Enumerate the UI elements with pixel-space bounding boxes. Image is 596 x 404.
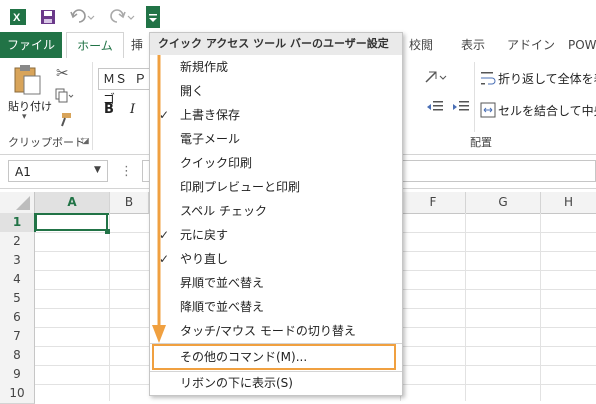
tab-addins[interactable]: アドイン bbox=[506, 32, 556, 58]
row-header-1[interactable]: 1 bbox=[0, 213, 36, 233]
name-box[interactable]: A1 bbox=[8, 160, 108, 182]
menu-item-touch-mode[interactable]: タッチ/マウス モードの切り替え bbox=[150, 319, 402, 343]
gridline bbox=[465, 213, 466, 401]
merge-center-button[interactable]: セルを結合して中央揃 bbox=[498, 102, 596, 119]
decrease-indent-icon[interactable] bbox=[426, 100, 444, 114]
formula-bar-separator: ⋮ bbox=[120, 164, 133, 179]
dialog-launcher-icon[interactable]: ◪ bbox=[82, 136, 90, 145]
fill-handle[interactable] bbox=[105, 229, 110, 234]
name-box-dropdown-icon[interactable]: ▼ bbox=[94, 165, 101, 175]
row-header-5[interactable]: 5 bbox=[0, 289, 35, 309]
annotation-arrow-icon bbox=[152, 55, 166, 343]
column-header-b[interactable]: B bbox=[110, 192, 149, 214]
font-name-box[interactable]: ＭＳ Ｐゴ bbox=[98, 68, 156, 106]
menu-item-label: 元に戻す bbox=[180, 228, 229, 242]
increase-indent-icon[interactable] bbox=[452, 100, 470, 114]
menu-header: クイック アクセス ツール バーのユーザー設定 bbox=[150, 33, 402, 55]
row-header-4[interactable]: 4 bbox=[0, 270, 35, 290]
menu-item-show-below-ribbon[interactable]: リボンの下に表示(S) bbox=[150, 371, 402, 395]
menu-item-save[interactable]: ✓ 上書き保存 bbox=[150, 103, 402, 127]
paste-icon[interactable] bbox=[12, 64, 42, 96]
column-header-f[interactable]: F bbox=[401, 192, 466, 214]
copy-icon[interactable] bbox=[54, 88, 74, 104]
active-cell-a1[interactable] bbox=[35, 213, 108, 231]
group-divider bbox=[92, 62, 93, 150]
tab-view[interactable]: 表示 bbox=[452, 32, 494, 58]
gridline bbox=[109, 213, 110, 401]
menu-item-email[interactable]: 電子メール bbox=[150, 127, 402, 151]
row-header-2[interactable]: 2 bbox=[0, 232, 35, 252]
menu-item-quick-print[interactable]: クイック印刷 bbox=[150, 151, 402, 175]
menu-item-label: 電子メール bbox=[180, 132, 241, 146]
menu-item-label: 新規作成 bbox=[180, 60, 229, 74]
tab-power[interactable]: POW bbox=[568, 32, 596, 58]
row-header-8[interactable]: 8 bbox=[0, 346, 35, 366]
menu-item-print-preview[interactable]: 印刷プレビューと印刷 bbox=[150, 175, 402, 199]
menu-item-undo[interactable]: ✓ 元に戻す bbox=[150, 223, 402, 247]
menu-item-label: 上書き保存 bbox=[180, 108, 241, 122]
title-bar: X bbox=[0, 0, 596, 32]
menu-item-label: クイック印刷 bbox=[180, 156, 253, 170]
cut-icon[interactable]: ✂ bbox=[56, 64, 69, 82]
orientation-icon[interactable] bbox=[424, 68, 450, 86]
menu-item-label: タッチ/マウス モードの切り替え bbox=[180, 324, 356, 338]
paste-dropdown-icon[interactable]: ▾ bbox=[22, 112, 27, 122]
alignment-group-label: 配置 bbox=[470, 136, 492, 149]
column-header-a[interactable]: A bbox=[35, 192, 110, 215]
clipboard-group-label: クリップボード bbox=[8, 136, 85, 149]
gridline bbox=[540, 213, 541, 401]
menu-item-sort-descending[interactable]: 降順で並べ替え bbox=[150, 295, 402, 319]
tab-review[interactable]: 校閲 bbox=[402, 32, 440, 58]
wrap-text-icon[interactable] bbox=[480, 70, 496, 86]
row-header-3[interactable]: 3 bbox=[0, 251, 35, 271]
group-divider bbox=[474, 62, 475, 132]
svg-text:X: X bbox=[13, 12, 21, 24]
menu-item-label: スペル チェック bbox=[180, 204, 267, 218]
highlight-box bbox=[152, 344, 396, 370]
save-icon[interactable] bbox=[40, 9, 56, 25]
column-header-h[interactable]: H bbox=[541, 192, 596, 214]
menu-item-new[interactable]: 新規作成 bbox=[150, 55, 402, 79]
bold-button[interactable]: B bbox=[104, 102, 114, 117]
menu-item-redo[interactable]: ✓ やり直し bbox=[150, 247, 402, 271]
tab-home[interactable]: ホーム bbox=[66, 32, 124, 60]
wrap-text-button[interactable]: 折り返して全体を表示 bbox=[498, 70, 596, 87]
menu-item-label: 印刷プレビューと印刷 bbox=[180, 180, 301, 194]
menu-item-label: 昇順で並べ替え bbox=[180, 276, 265, 290]
tab-file[interactable]: ファイル bbox=[0, 32, 62, 58]
menu-item-open[interactable]: 開く bbox=[150, 79, 402, 103]
column-header-g[interactable]: G bbox=[466, 192, 541, 214]
row-header-6[interactable]: 6 bbox=[0, 308, 35, 328]
select-all-corner[interactable] bbox=[0, 192, 35, 214]
merge-center-icon[interactable] bbox=[480, 102, 496, 118]
row-header-7[interactable]: 7 bbox=[0, 327, 35, 347]
menu-item-label: やり直し bbox=[180, 252, 229, 266]
menu-item-label: リボンの下に表示(S) bbox=[180, 376, 293, 390]
menu-item-sort-ascending[interactable]: 昇順で並べ替え bbox=[150, 271, 402, 295]
row-header-9[interactable]: 9 bbox=[0, 365, 35, 385]
customize-qat-icon[interactable] bbox=[146, 6, 160, 28]
menu-item-label: 開く bbox=[180, 84, 205, 98]
paste-button[interactable]: 貼り付け bbox=[8, 98, 52, 114]
qat-customize-menu: クイック アクセス ツール バーのユーザー設定 新規作成 開く ✓ 上書き保存 … bbox=[149, 32, 403, 396]
row-header-10[interactable]: 10 bbox=[0, 384, 35, 404]
italic-button[interactable]: I bbox=[130, 102, 135, 117]
menu-item-spelling[interactable]: スペル チェック bbox=[150, 199, 402, 223]
redo-icon[interactable] bbox=[108, 8, 136, 26]
excel-icon[interactable]: X bbox=[10, 9, 26, 25]
format-painter-icon[interactable] bbox=[56, 112, 72, 128]
menu-item-label: 降順で並べ替え bbox=[180, 300, 265, 314]
tab-insert[interactable]: 挿 bbox=[126, 32, 148, 58]
undo-icon[interactable] bbox=[70, 8, 96, 26]
